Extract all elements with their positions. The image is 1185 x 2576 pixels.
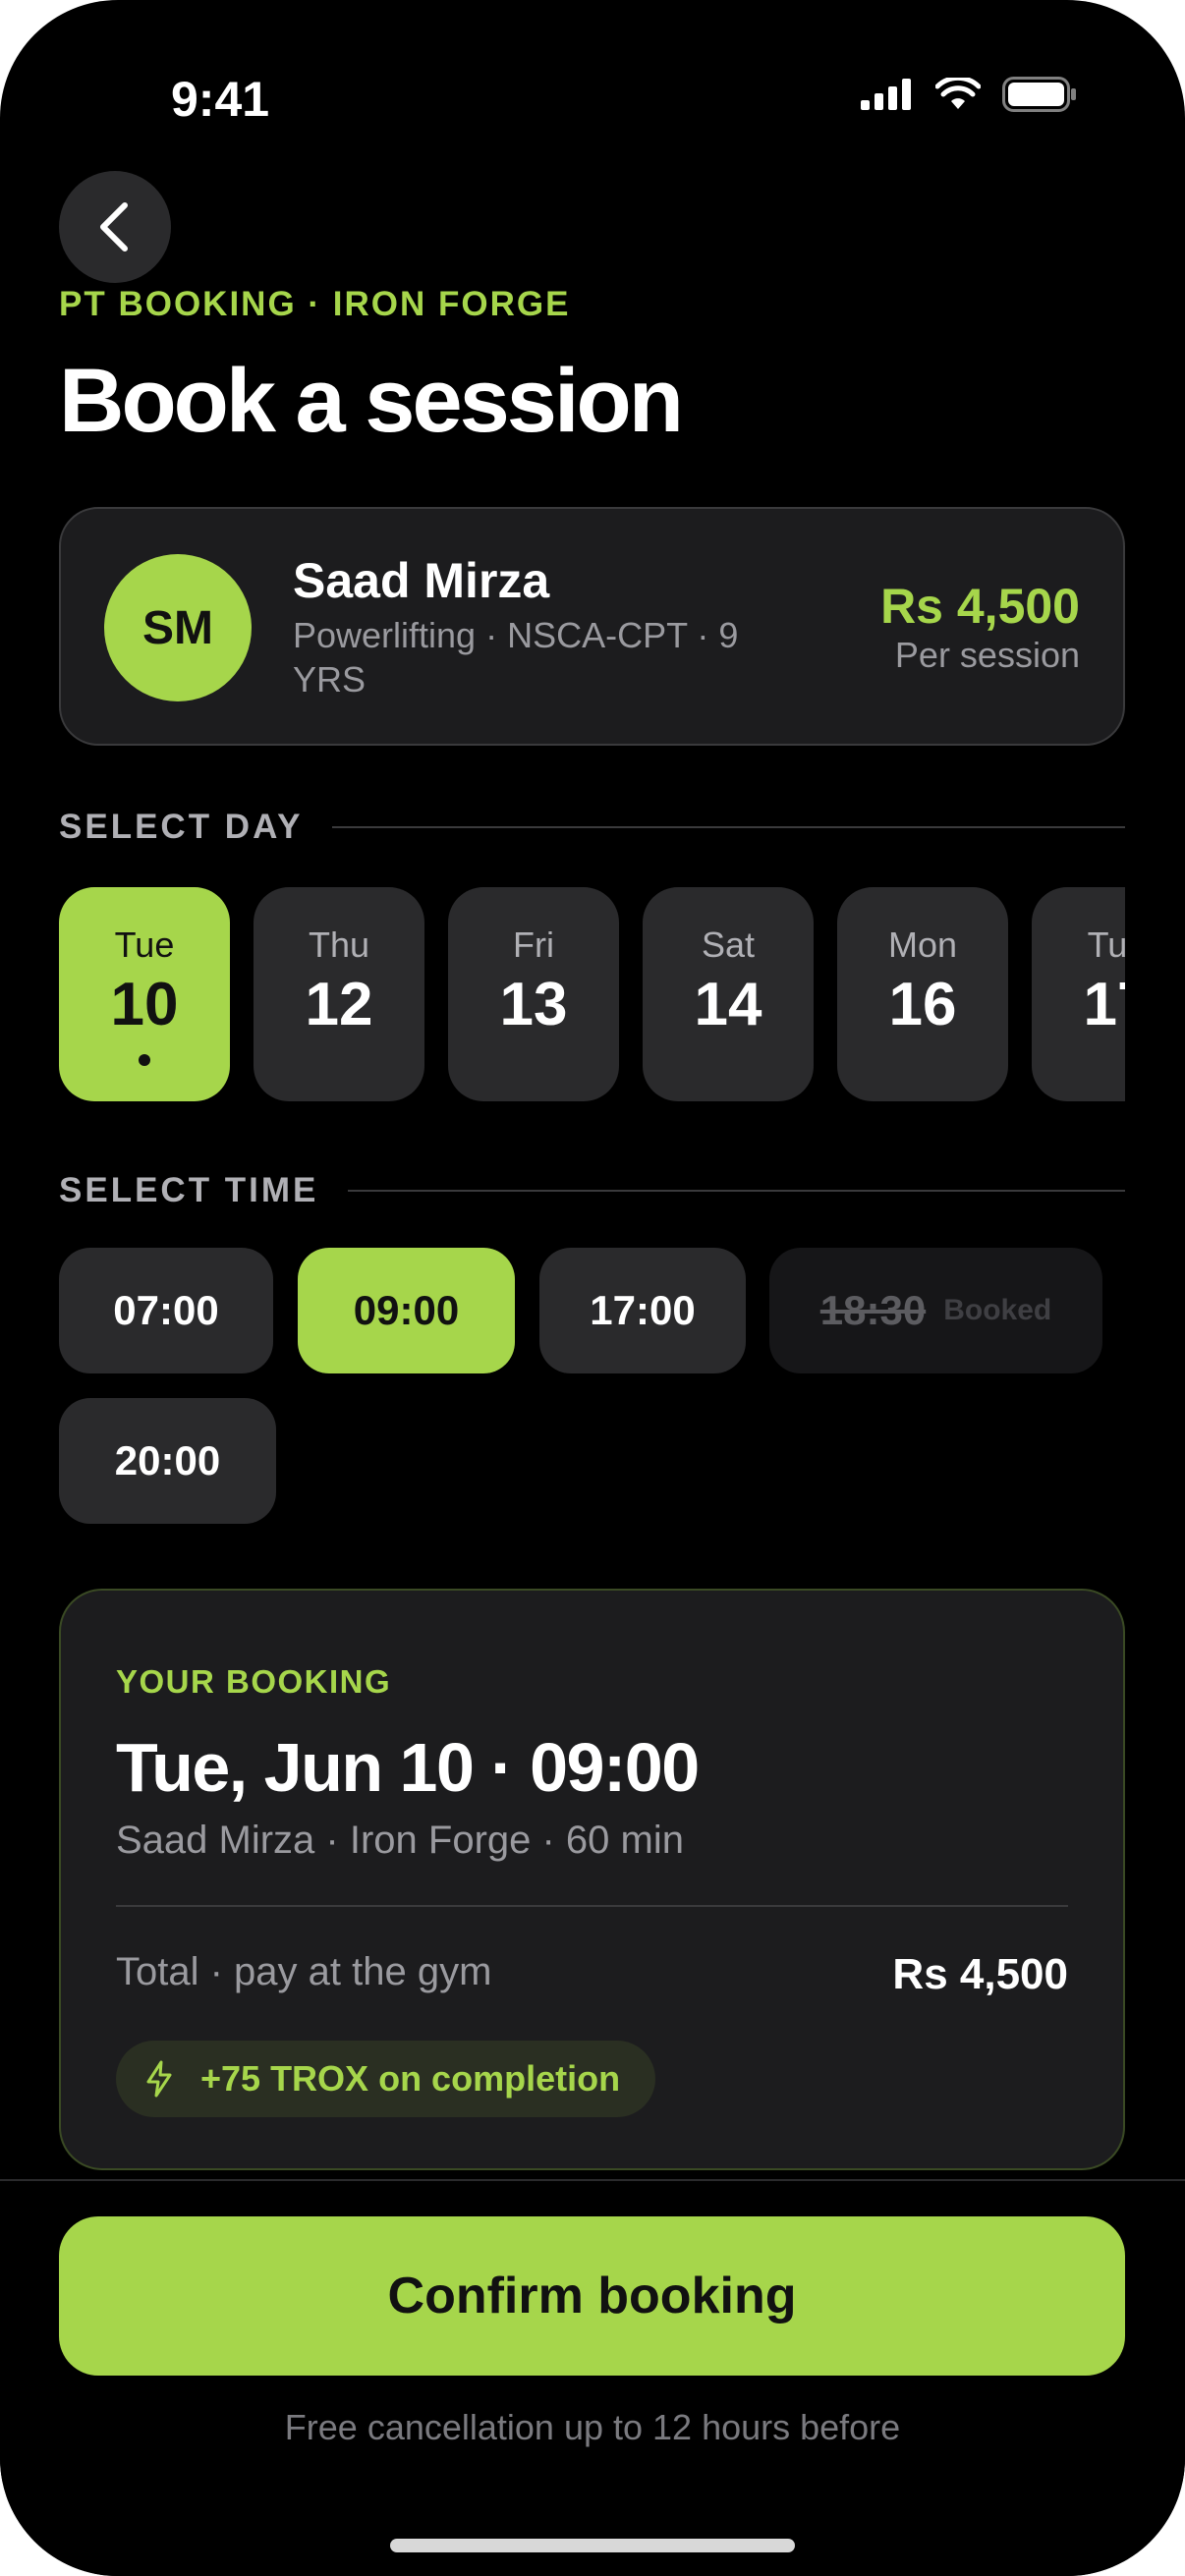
day-of-week: Thu [308,924,370,965]
day-picker[interactable]: Tue 10 Thu 12 Fri 13 Sat 14 Mon 16 Tue 1… [59,887,1125,1103]
day-chip[interactable]: Mon 16 [837,887,1008,1101]
back-chevron-icon [100,202,128,252]
time-slot-booked: 18:30 Booked [769,1248,1102,1373]
trainer-name: Saad Mirza [293,553,550,608]
day-number: 12 [305,971,373,1038]
page-eyebrow: PT BOOKING · IRON FORGE [59,285,571,323]
time-slot-selected[interactable]: 09:00 [298,1248,515,1373]
total-label: Total · pay at the gym [116,1950,492,1993]
cancellation-note: Free cancellation up to 12 hours before [284,2407,901,2447]
confirm-booking-button[interactable]: Confirm booking [59,2216,1125,2376]
day-of-week: Sat [701,924,756,965]
page-title: Book a session [59,351,684,451]
signal-icon [861,79,911,110]
day-number: 14 [694,971,762,1038]
trainer-avatar: SM [104,554,252,701]
day-number: 13 [499,971,568,1038]
summary-eyebrow: YOUR BOOKING [116,1663,392,1700]
divider [332,826,1125,828]
home-indicator[interactable] [390,2539,795,2552]
day-chip[interactable]: Tue 17 [1032,887,1125,1101]
trainer-card[interactable]: SM Saad Mirza Powerlifting · NSCA-CPT · … [59,507,1125,746]
day-number: 10 [110,971,179,1038]
booked-time: 18:30 [819,1287,927,1333]
day-of-week: Mon [887,924,958,965]
reward-badge: +75 TROX on completion [116,2041,656,2117]
day-chip[interactable]: Sat 14 [643,887,814,1101]
section-label: SELECT TIME [59,1171,319,1209]
time-slot[interactable]: 20:00 [59,1398,276,1524]
reward-text: +75 TROX on completion [200,2058,621,2099]
bolt-icon [146,2060,172,2098]
time-slot[interactable]: 07:00 [59,1248,273,1373]
back-button[interactable] [59,171,171,283]
booked-label: Booked [943,1294,1052,1326]
section-label: SELECT DAY [59,808,304,846]
select-time-header: SELECT TIME [59,1171,1125,1210]
time-slot[interactable]: 17:00 [539,1248,746,1373]
divider [348,1190,1125,1192]
wifi-icon [935,78,981,109]
status-time: 9:41 [171,72,270,127]
day-number: 16 [888,971,957,1038]
booking-summary: YOUR BOOKING Tue, Jun 10 · 09:00 Saad Mi… [59,1589,1125,2170]
day-chip[interactable]: Tue 10 [59,887,230,1101]
day-of-week: Fri [513,924,554,965]
selected-dot [139,1054,150,1066]
trainer-meta: Powerlifting · NSCA-CPT · 9 YRS [293,615,739,700]
price-unit: Per session [894,635,1080,675]
summary-subtitle: Saad Mirza · Iron Forge · 60 min [116,1819,684,1862]
day-chip[interactable]: Fri 13 [448,887,619,1101]
day-of-week: Tue [1087,924,1125,965]
app-screen: 9:41 PT BOOKING · IRON FORGE Book a sess… [0,0,1185,2576]
day-chip[interactable]: Thu 12 [254,887,424,1101]
day-of-week: Tue [114,924,175,965]
total-value: Rs 4,500 [892,1950,1068,1998]
session-price: Rs 4,500 [880,579,1080,634]
battery-icon [1002,77,1076,112]
summary-title: Tue, Jun 10 · 09:00 [116,1729,700,1806]
day-number: 17 [1083,971,1125,1038]
divider [116,1905,1068,1907]
select-day-header: SELECT DAY [59,808,1125,847]
status-icons [861,77,1077,112]
